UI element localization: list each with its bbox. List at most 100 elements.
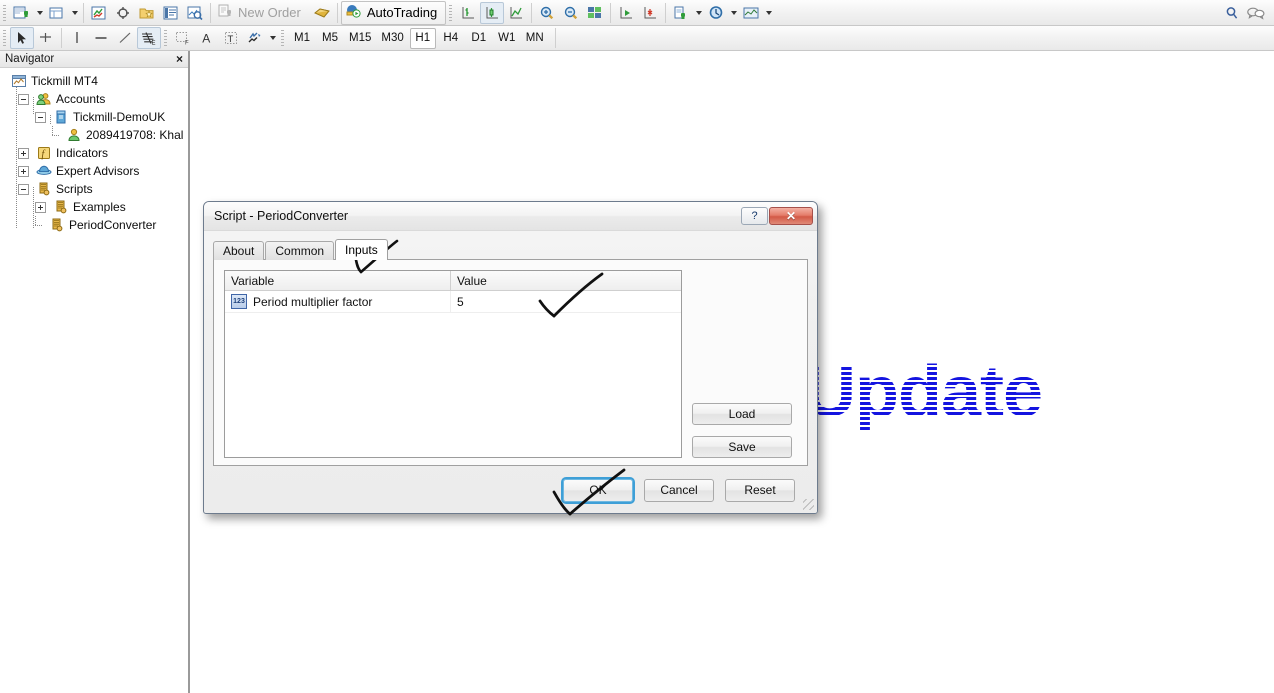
toolbar-separator — [665, 2, 667, 23]
tree-node-account-2089419708[interactable]: 2089419708: Khal — [6, 126, 188, 144]
trendline-tool[interactable] — [113, 27, 137, 49]
profiles-dropdown[interactable] — [69, 2, 80, 24]
tree-label: Expert Advisors — [56, 164, 140, 178]
period-m30[interactable]: M30 — [377, 28, 407, 49]
line-chart-button[interactable] — [504, 2, 528, 24]
text-tool[interactable]: A — [195, 27, 219, 49]
indicators-dropdown[interactable] — [693, 2, 704, 24]
close-button[interactable]: ✕ — [769, 207, 813, 225]
expand-toggle[interactable] — [18, 165, 29, 177]
toolbar-grip[interactable] — [447, 2, 455, 23]
period-d1[interactable]: D1 — [466, 28, 492, 49]
expand-toggle[interactable] — [18, 147, 29, 159]
periods-button[interactable] — [704, 2, 728, 24]
main-toolbar: New Order AutoTrading — [0, 0, 1274, 26]
candlestick-chart-button[interactable] — [480, 1, 505, 24]
period-w1[interactable]: W1 — [494, 28, 520, 49]
help-button[interactable]: ? — [741, 207, 768, 225]
search-icon[interactable] — [1220, 2, 1244, 24]
collapse-toggle[interactable] — [35, 111, 46, 123]
cursor-tool[interactable] — [10, 27, 34, 49]
period-m15[interactable]: M15 — [345, 28, 375, 49]
tree-node-indicators[interactable]: f Indicators — [6, 144, 188, 162]
horizontal-line-tool[interactable] — [89, 27, 113, 49]
new-chart-dropdown[interactable] — [34, 2, 45, 24]
zoom-out-button[interactable] — [559, 2, 583, 24]
tree-node-expert-advisors[interactable]: Expert Advisors — [6, 162, 188, 180]
tile-windows-button[interactable] — [583, 2, 607, 24]
cancel-button[interactable]: Cancel — [644, 478, 714, 502]
tab-common[interactable]: Common — [265, 241, 335, 260]
shapes-dropdown[interactable] — [267, 27, 278, 49]
script-icon — [53, 199, 69, 215]
strategy-tester-button[interactable] — [183, 2, 207, 24]
periods-dropdown[interactable] — [728, 2, 739, 24]
fibonacci-tool[interactable]: E — [137, 27, 161, 49]
tab-about[interactable]: About — [213, 241, 265, 260]
period-mn[interactable]: MN — [522, 28, 548, 49]
toolbar-separator — [610, 2, 612, 23]
tree-node-accounts[interactable]: Accounts — [6, 90, 188, 108]
period-h4[interactable]: H4 — [438, 28, 464, 49]
tree-label: Indicators — [56, 146, 109, 160]
tab-inputs[interactable]: Inputs — [335, 239, 388, 260]
zoom-in-button[interactable] — [535, 2, 559, 24]
value-cell[interactable]: 5 — [451, 291, 681, 312]
toolbar-grip[interactable] — [1, 2, 8, 23]
dialog-tabs: About Common Inputs — [213, 239, 808, 260]
tree-label: 2089419708: Khal — [86, 128, 184, 142]
tree-node-tickmill-mt4[interactable]: Tickmill MT4 — [6, 72, 188, 90]
data-window-button[interactable] — [111, 2, 135, 24]
auto-scroll-button[interactable] — [614, 2, 638, 24]
shapes-tool[interactable] — [243, 27, 267, 49]
toolbar-grip[interactable] — [1, 28, 8, 48]
inputs-grid[interactable]: Variable Value 123 Period multiplier fac… — [224, 270, 682, 458]
bar-chart-button[interactable] — [456, 2, 480, 24]
templates-button[interactable] — [739, 2, 763, 24]
new-order-button[interactable]: New Order — [214, 1, 310, 25]
reset-button[interactable]: Reset — [725, 478, 795, 502]
chart-shift-button[interactable] — [638, 2, 662, 24]
vertical-line-tool[interactable] — [65, 27, 89, 49]
market-watch-button[interactable] — [87, 2, 111, 24]
period-m5[interactable]: M5 — [317, 28, 343, 49]
collapse-toggle[interactable] — [18, 93, 29, 105]
metaeditor-button[interactable] — [310, 2, 334, 24]
navigator-button[interactable] — [135, 2, 159, 24]
toolbar-grip[interactable] — [162, 28, 169, 48]
collapse-toggle[interactable] — [18, 183, 29, 195]
load-button[interactable]: Load — [692, 403, 792, 425]
text-label-tool[interactable]: F — [171, 27, 195, 49]
new-order-label: New Order — [238, 5, 301, 20]
toolbar-separator — [336, 2, 338, 23]
tree-node-tickmill-demouk[interactable]: Tickmill-DemoUK — [6, 108, 188, 126]
grid-header-row: Variable Value — [225, 271, 681, 291]
autotrading-button[interactable]: AutoTrading — [340, 0, 447, 25]
period-m1[interactable]: M1 — [289, 28, 315, 49]
new-chart-button[interactable] — [10, 2, 34, 24]
ok-button[interactable]: OK — [561, 476, 635, 504]
templates-dropdown[interactable] — [763, 2, 774, 24]
update-watermark: Update — [804, 356, 1043, 428]
period-h1[interactable]: H1 — [409, 27, 436, 49]
indicators-button[interactable] — [669, 2, 693, 24]
crosshair-tool[interactable] — [34, 27, 58, 49]
resize-grip[interactable] — [803, 499, 814, 510]
tree-node-examples[interactable]: Examples — [6, 198, 188, 216]
profiles-button[interactable] — [45, 2, 69, 24]
expand-toggle[interactable] — [35, 201, 46, 213]
mt4-application-window: New Order AutoTrading E F A T M1 M5 M15 … — [0, 0, 1274, 693]
chat-icon[interactable] — [1244, 2, 1268, 24]
accounts-icon — [36, 91, 52, 107]
toolbar-grip[interactable] — [279, 28, 286, 48]
close-icon[interactable]: × — [174, 53, 185, 65]
text-box-tool[interactable]: T — [219, 27, 243, 49]
table-row[interactable]: 123 Period multiplier factor 5 — [225, 291, 681, 313]
save-button[interactable]: Save — [692, 436, 792, 458]
tree-node-periodconverter[interactable]: PeriodConverter — [6, 216, 188, 234]
navigator-title: Navigator — [5, 53, 55, 65]
dialog-titlebar[interactable]: Script - PeriodConverter ? ✕ — [204, 202, 817, 231]
terminal-button[interactable] — [159, 2, 183, 24]
tree-node-scripts[interactable]: Scripts — [6, 180, 188, 198]
tree-label: Scripts — [56, 182, 93, 196]
